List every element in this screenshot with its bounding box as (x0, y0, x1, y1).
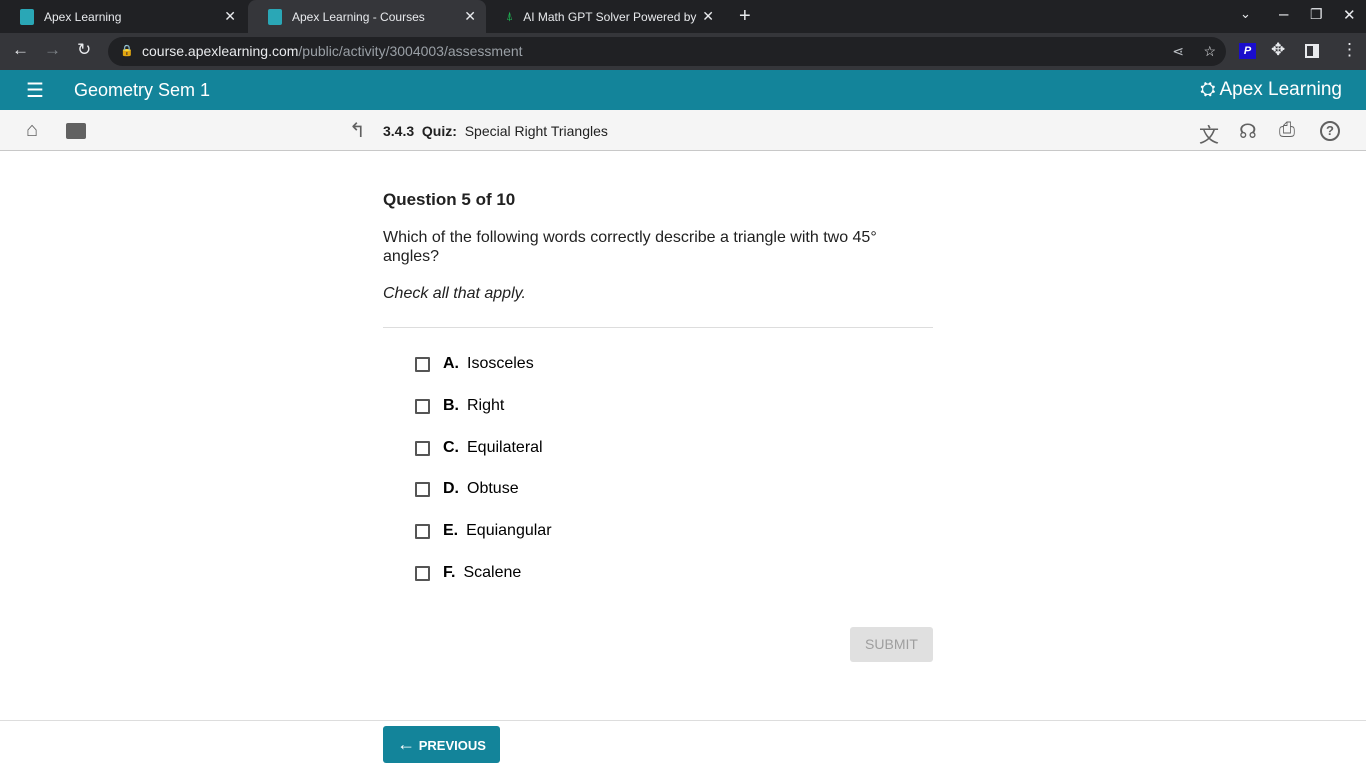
question-text: Which of the following words correctly d… (383, 229, 877, 265)
checkbox[interactable] (415, 565, 430, 581)
help-icon[interactable]: ? (1320, 121, 1340, 141)
minimize-icon[interactable]: – (1279, 4, 1288, 24)
apex-favicon-icon (20, 8, 34, 25)
tab-apex-courses[interactable]: Apex Learning - Courses ✕ (248, 0, 486, 33)
address-bar-row: ← → ↻ 🔒 course.apexlearning.com/public/ac… (0, 33, 1366, 70)
tab-label: Apex Learning - Courses (292, 9, 425, 24)
tab-ai-math[interactable]: ⍋ AI Math GPT Solver Powered by ✕ (486, 0, 724, 33)
close-tab-icon[interactable]: ✕ (464, 8, 476, 25)
submit-button[interactable]: SUBMIT (850, 627, 933, 662)
reload-icon[interactable]: ↻ (77, 40, 91, 60)
course-header: ☰ Geometry Sem 1 ⛭ Apex Learning (0, 70, 1366, 110)
url-input[interactable]: 🔒 course.apexlearning.com/public/activity… (108, 37, 1226, 66)
activity-toolbar: ⌂ ↰ 3.4.3 Quiz: Special Right Triangles … (0, 110, 1366, 151)
tab-search-icon[interactable]: ⌄ (1240, 6, 1251, 22)
checkbox[interactable] (415, 356, 430, 372)
side-panel-icon[interactable] (1305, 44, 1319, 58)
url-host: course.apexlearning.com (142, 43, 299, 59)
read-aloud-icon[interactable]: ☊ (1239, 119, 1257, 144)
compass-favicon-icon: ⍋ (506, 9, 514, 23)
forward-icon[interactable]: → (44, 40, 61, 60)
tab-apex-learning[interactable]: Apex Learning ✕ (0, 0, 246, 33)
home-icon[interactable]: ⌂ (26, 119, 38, 142)
option-d[interactable]: D. Obtuse (415, 480, 519, 498)
close-tab-icon[interactable]: ✕ (224, 8, 236, 25)
up-arrow-icon[interactable]: ↰ (349, 118, 366, 143)
briefcase-icon[interactable] (66, 123, 86, 139)
browser-tab-bar: Apex Learning ✕ Apex Learning - Courses ✕ … (0, 0, 1366, 33)
back-icon[interactable]: ← (12, 40, 29, 60)
close-tab-icon[interactable]: ✕ (702, 8, 714, 25)
print-icon[interactable]: ⎙ (1279, 119, 1295, 142)
checkbox[interactable] (415, 523, 430, 539)
option-f[interactable]: F. Scalene (415, 564, 521, 582)
arrow-left-icon: ← (397, 734, 416, 754)
question-counter: Question 5 of 10 (383, 190, 516, 209)
question-instruction: Check all that apply. (383, 285, 526, 302)
new-tab-icon[interactable]: + (739, 5, 751, 28)
checkbox[interactable] (415, 440, 430, 456)
url-path: /public/activity/3004003/assessment (298, 43, 523, 59)
option-c[interactable]: C. Equilateral (415, 439, 543, 457)
extensions-puzzle-icon[interactable]: ✥ (1271, 40, 1285, 60)
question-panel: Question 5 of 10 Which of the following … (383, 190, 933, 328)
lock-icon: 🔒 (120, 45, 134, 57)
divider (383, 327, 933, 328)
share-icon[interactable]: ⋖ (1172, 37, 1184, 66)
menu-kebab-icon[interactable]: ⋮ (1341, 40, 1358, 60)
footer-nav: ← PREVIOUS (0, 720, 1366, 768)
translate-icon[interactable]: 文 (1199, 119, 1219, 148)
apex-logo: ⛭ Apex Learning (1200, 79, 1342, 100)
option-e[interactable]: E. Equiangular (415, 522, 552, 540)
option-a[interactable]: A. Isosceles (415, 355, 534, 373)
previous-button[interactable]: ← PREVIOUS (383, 726, 500, 763)
course-menu-icon[interactable]: ☰ (26, 78, 44, 103)
extension-p-icon[interactable]: P (1239, 43, 1256, 59)
activity-breadcrumb: 3.4.3 Quiz: Special Right Triangles (383, 123, 608, 139)
course-title: Geometry Sem 1 (74, 80, 211, 100)
tab-label: AI Math GPT Solver Powered by (523, 9, 697, 24)
apex-favicon-icon (268, 8, 282, 25)
restore-icon[interactable]: ❐ (1310, 6, 1323, 23)
bookmark-star-icon[interactable]: ☆ (1203, 37, 1216, 66)
close-window-icon[interactable]: ✕ (1343, 6, 1356, 24)
checkbox[interactable] (415, 481, 430, 497)
checkbox[interactable] (415, 398, 430, 414)
tab-label: Apex Learning (44, 9, 122, 24)
option-b[interactable]: B. Right (415, 397, 504, 415)
